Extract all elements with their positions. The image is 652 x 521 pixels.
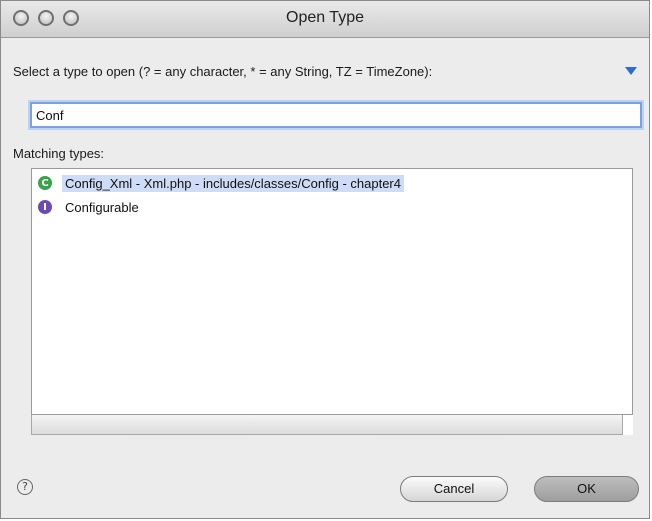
matching-types-list[interactable]: C Config_Xml - Xml.php - includes/classe…: [31, 168, 633, 415]
matching-types-label: Matching types:: [13, 146, 105, 161]
title-bar[interactable]: Open Type: [1, 1, 649, 38]
help-icon[interactable]: ?: [17, 479, 33, 495]
ok-button[interactable]: OK: [534, 476, 639, 502]
list-item-label: Configurable: [65, 199, 139, 215]
search-prompt: Select a type to open (? = any character…: [13, 64, 433, 79]
list-item-label: Config_Xml - Xml.php - includes/classes/…: [62, 174, 404, 192]
window-title: Open Type: [286, 9, 364, 26]
list-item[interactable]: I Configurable: [38, 197, 142, 217]
interface-icon: I: [38, 200, 52, 214]
triangle-down-icon[interactable]: [625, 67, 637, 75]
list-item[interactable]: C Config_Xml - Xml.php - includes/classe…: [38, 173, 404, 193]
scroll-corner: [623, 415, 633, 435]
type-search-input[interactable]: [30, 102, 642, 128]
open-type-dialog: Open Type Select a type to open (? = any…: [0, 0, 650, 519]
horizontal-scrollbar[interactable]: [31, 415, 623, 435]
class-icon: C: [38, 176, 52, 190]
cancel-button[interactable]: Cancel: [400, 476, 508, 502]
